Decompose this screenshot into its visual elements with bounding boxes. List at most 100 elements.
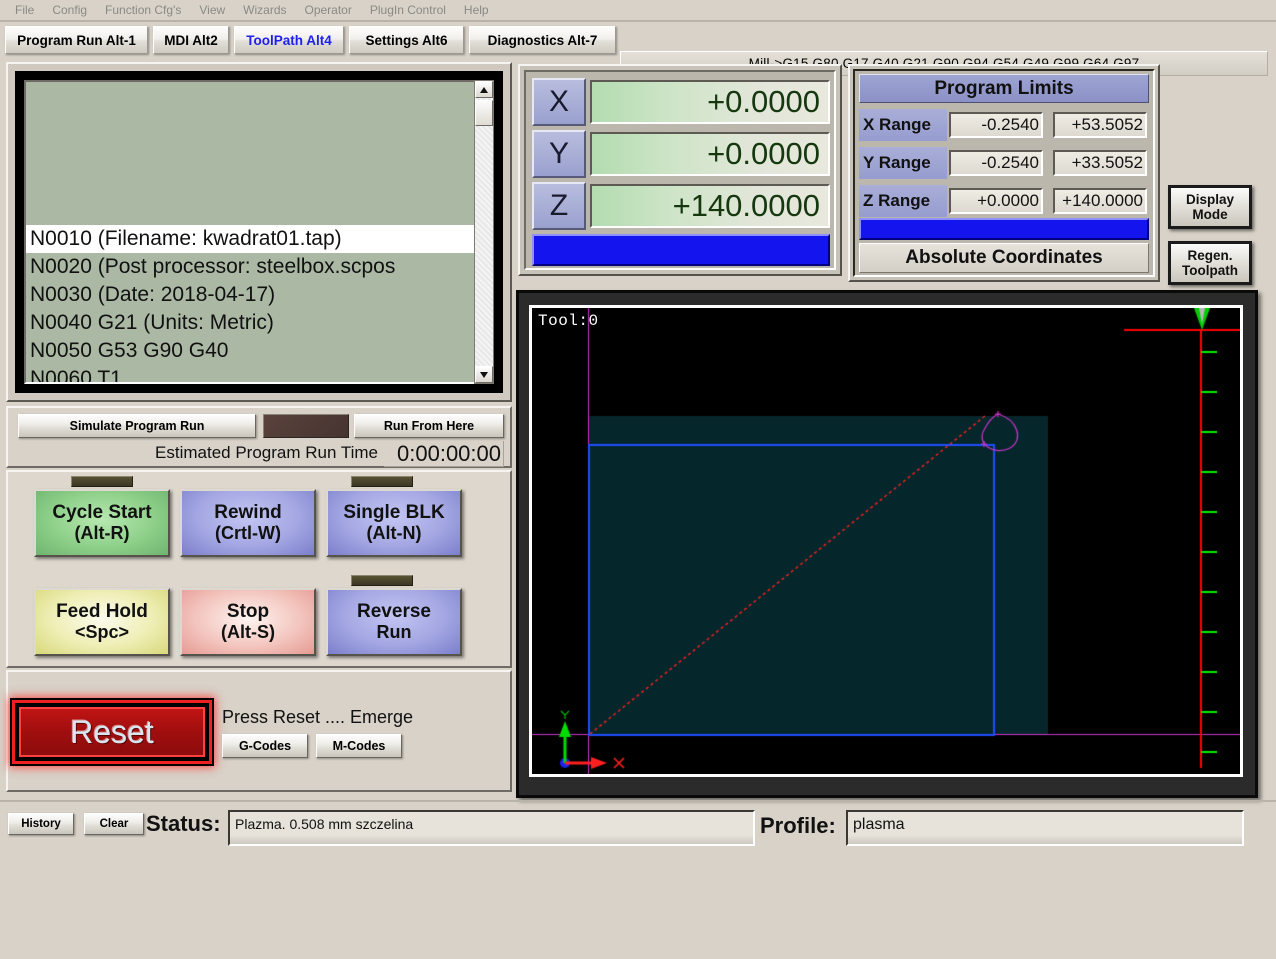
chevron-down-icon bbox=[480, 371, 488, 378]
menu-item-help[interactable]: Help bbox=[455, 0, 498, 20]
mach3-window: File Config Function Cfg's View Wizards … bbox=[0, 0, 1276, 959]
profile-label: Profile: bbox=[760, 813, 836, 838]
gcode-scrollbar[interactable] bbox=[474, 80, 494, 384]
dro-value-x[interactable]: +0.0000 bbox=[590, 80, 830, 124]
axis-label-x[interactable]: X bbox=[532, 78, 586, 126]
regen-toolpath-button[interactable]: Regen. Toolpath bbox=[1168, 241, 1252, 285]
chevron-up-icon bbox=[480, 86, 488, 93]
gcode-panel: N0010 (Filename: kwadrat01.tap) N0020 (P… bbox=[6, 62, 512, 402]
gcode-line[interactable]: N0010 (Filename: kwadrat01.tap) bbox=[26, 225, 477, 253]
simulate-panel: Simulate Program Run Run From Here Estim… bbox=[6, 406, 512, 468]
regen-toolpath-label-1: Regen. bbox=[1187, 247, 1233, 263]
regen-toolpath-label-2: Toolpath bbox=[1182, 263, 1238, 278]
tab-strip: Program Run Alt-1 MDI Alt2 ToolPath Alt4… bbox=[0, 22, 1276, 76]
z-range-max[interactable]: +140.0000 bbox=[1053, 188, 1147, 214]
tab-diagnostics[interactable]: Diagnostics Alt-7 bbox=[469, 26, 616, 54]
tab-settings[interactable]: Settings Alt6 bbox=[349, 26, 464, 54]
gcode-line[interactable]: N0060 T1 bbox=[26, 365, 477, 382]
run-from-here-button[interactable]: Run From Here bbox=[354, 414, 504, 438]
menu-item-function-cfgs[interactable]: Function Cfg's bbox=[96, 0, 190, 20]
cycle-start-label-1: Cycle Start bbox=[52, 501, 152, 523]
gcode-display-frame: N0010 (Filename: kwadrat01.tap) N0020 (P… bbox=[15, 71, 503, 393]
gcode-line[interactable]: N0040 G21 (Units: Metric) bbox=[26, 309, 477, 337]
single-blk-label-2: (Alt-N) bbox=[366, 522, 422, 543]
status-message-field[interactable]: Plazma. 0.508 mm szczelina bbox=[228, 810, 755, 846]
tab-toolpath[interactable]: ToolPath Alt4 bbox=[234, 26, 344, 54]
y-range-label: Y Range bbox=[859, 147, 947, 179]
status-divider bbox=[0, 800, 1276, 802]
dro-panel: X +0.0000 Y +0.0000 Z +140.0000 bbox=[518, 64, 842, 276]
menu-item-plugin-control[interactable]: PlugIn Control bbox=[361, 0, 455, 20]
display-mode-label-2: Mode bbox=[1192, 207, 1228, 222]
display-mode-label-1: Display bbox=[1185, 191, 1235, 207]
dro-value-z[interactable]: +140.0000 bbox=[590, 184, 830, 228]
stop-label-1: Stop bbox=[226, 600, 270, 622]
menu-bar: File Config Function Cfg's View Wizards … bbox=[0, 0, 1276, 20]
y-range-max[interactable]: +33.5052 bbox=[1053, 150, 1147, 176]
program-limits-title: Program Limits bbox=[859, 74, 1149, 103]
feed-hold-label-2: <Spc> bbox=[74, 621, 130, 642]
reset-button-label: Reset bbox=[70, 713, 154, 750]
gcode-line[interactable]: N0030 (Date: 2018-04-17) bbox=[26, 281, 477, 309]
dro-value-y[interactable]: +0.0000 bbox=[590, 132, 830, 176]
toolpath-display[interactable]: Tool:0 bbox=[529, 305, 1243, 777]
gcode-line[interactable]: N0050 G53 G90 G40 bbox=[26, 337, 477, 365]
gcode-line[interactable]: N0020 (Post processor: steelbox.scpos bbox=[26, 253, 477, 281]
cycle-start-button[interactable]: Cycle Start (Alt-R) bbox=[34, 489, 170, 557]
program-limits-inner: Program Limits X Range -0.2540 +53.5052 … bbox=[853, 69, 1155, 277]
rewind-button[interactable]: Rewind (Crtl-W) bbox=[180, 489, 316, 557]
axis-label-y[interactable]: Y bbox=[532, 130, 586, 178]
y-range-min[interactable]: -0.2540 bbox=[949, 150, 1043, 176]
reset-button[interactable]: Reset bbox=[12, 700, 212, 764]
profile-value-field[interactable]: plasma bbox=[846, 810, 1244, 846]
tab-mdi[interactable]: MDI Alt2 bbox=[153, 26, 229, 54]
reset-status-message: Press Reset .... Emerge bbox=[222, 707, 414, 727]
menu-item-view[interactable]: View bbox=[190, 0, 234, 20]
gcodes-button[interactable]: G-Codes bbox=[222, 734, 308, 758]
reverse-run-button[interactable]: Reverse Run bbox=[326, 588, 462, 656]
limits-progress-bar bbox=[859, 218, 1149, 240]
menu-item-operator[interactable]: Operator bbox=[296, 0, 361, 20]
menu-item-file[interactable]: File bbox=[6, 0, 43, 20]
axis-label-z[interactable]: Z bbox=[532, 182, 586, 230]
mcodes-button[interactable]: M-Codes bbox=[316, 734, 402, 758]
simulate-program-run-button[interactable]: Simulate Program Run bbox=[18, 414, 256, 438]
reverse-run-label-2: Run bbox=[376, 621, 412, 642]
status-label: Status: bbox=[146, 811, 221, 836]
clear-button[interactable]: Clear bbox=[84, 813, 144, 835]
scrollbar-thumb[interactable] bbox=[475, 100, 493, 126]
feed-hold-button[interactable]: Feed Hold <Spc> bbox=[34, 588, 170, 656]
status-bar: History Clear Status: Plazma. 0.508 mm s… bbox=[0, 808, 1276, 854]
coordinate-mode-label[interactable]: Absolute Coordinates bbox=[859, 243, 1149, 273]
x-range-label: X Range bbox=[859, 109, 947, 141]
scroll-down-button[interactable] bbox=[475, 366, 493, 383]
control-button-panel: Cycle Start (Alt-R) Rewind (Crtl-W) Sing… bbox=[6, 470, 512, 668]
x-range-min[interactable]: -0.2540 bbox=[949, 112, 1043, 138]
reverse-run-label-1: Reverse bbox=[357, 600, 431, 622]
program-limits-panel: Program Limits X Range -0.2540 +53.5052 … bbox=[848, 64, 1160, 282]
menu-item-config[interactable]: Config bbox=[43, 0, 96, 20]
gcode-lines: N0010 (Filename: kwadrat01.tap) N0020 (P… bbox=[26, 225, 477, 382]
bottom-filler bbox=[0, 854, 1276, 959]
single-blk-led bbox=[351, 476, 413, 487]
rewind-label-2: (Crtl-W) bbox=[215, 522, 281, 543]
tab-program-run[interactable]: Program Run Alt-1 bbox=[5, 26, 148, 54]
display-mode-button[interactable]: Display Mode bbox=[1168, 185, 1252, 229]
z-range-label: Z Range bbox=[859, 185, 947, 217]
toolpath-canvas[interactable] bbox=[532, 308, 1240, 774]
estimated-run-time-label: Estimated Program Run Time bbox=[155, 443, 378, 462]
cycle-start-led bbox=[71, 476, 133, 487]
dro-progress-bar bbox=[532, 234, 830, 266]
x-range-max[interactable]: +53.5052 bbox=[1053, 112, 1147, 138]
cycle-start-label-2: (Alt-R) bbox=[74, 522, 130, 543]
history-button[interactable]: History bbox=[8, 813, 74, 835]
menu-item-wizards[interactable]: Wizards bbox=[234, 0, 295, 20]
toolpath-frame: Tool:0 bbox=[516, 290, 1258, 798]
single-blk-button[interactable]: Single BLK (Alt-N) bbox=[326, 489, 462, 557]
z-range-min[interactable]: +0.0000 bbox=[949, 188, 1043, 214]
scroll-up-button[interactable] bbox=[475, 81, 493, 98]
stop-button[interactable]: Stop (Alt-S) bbox=[180, 588, 316, 656]
toolpath-tool-label: Tool:0 bbox=[538, 312, 599, 330]
gcode-list[interactable]: N0010 (Filename: kwadrat01.tap) N0020 (P… bbox=[24, 80, 479, 384]
rewind-label-1: Rewind bbox=[214, 501, 282, 523]
